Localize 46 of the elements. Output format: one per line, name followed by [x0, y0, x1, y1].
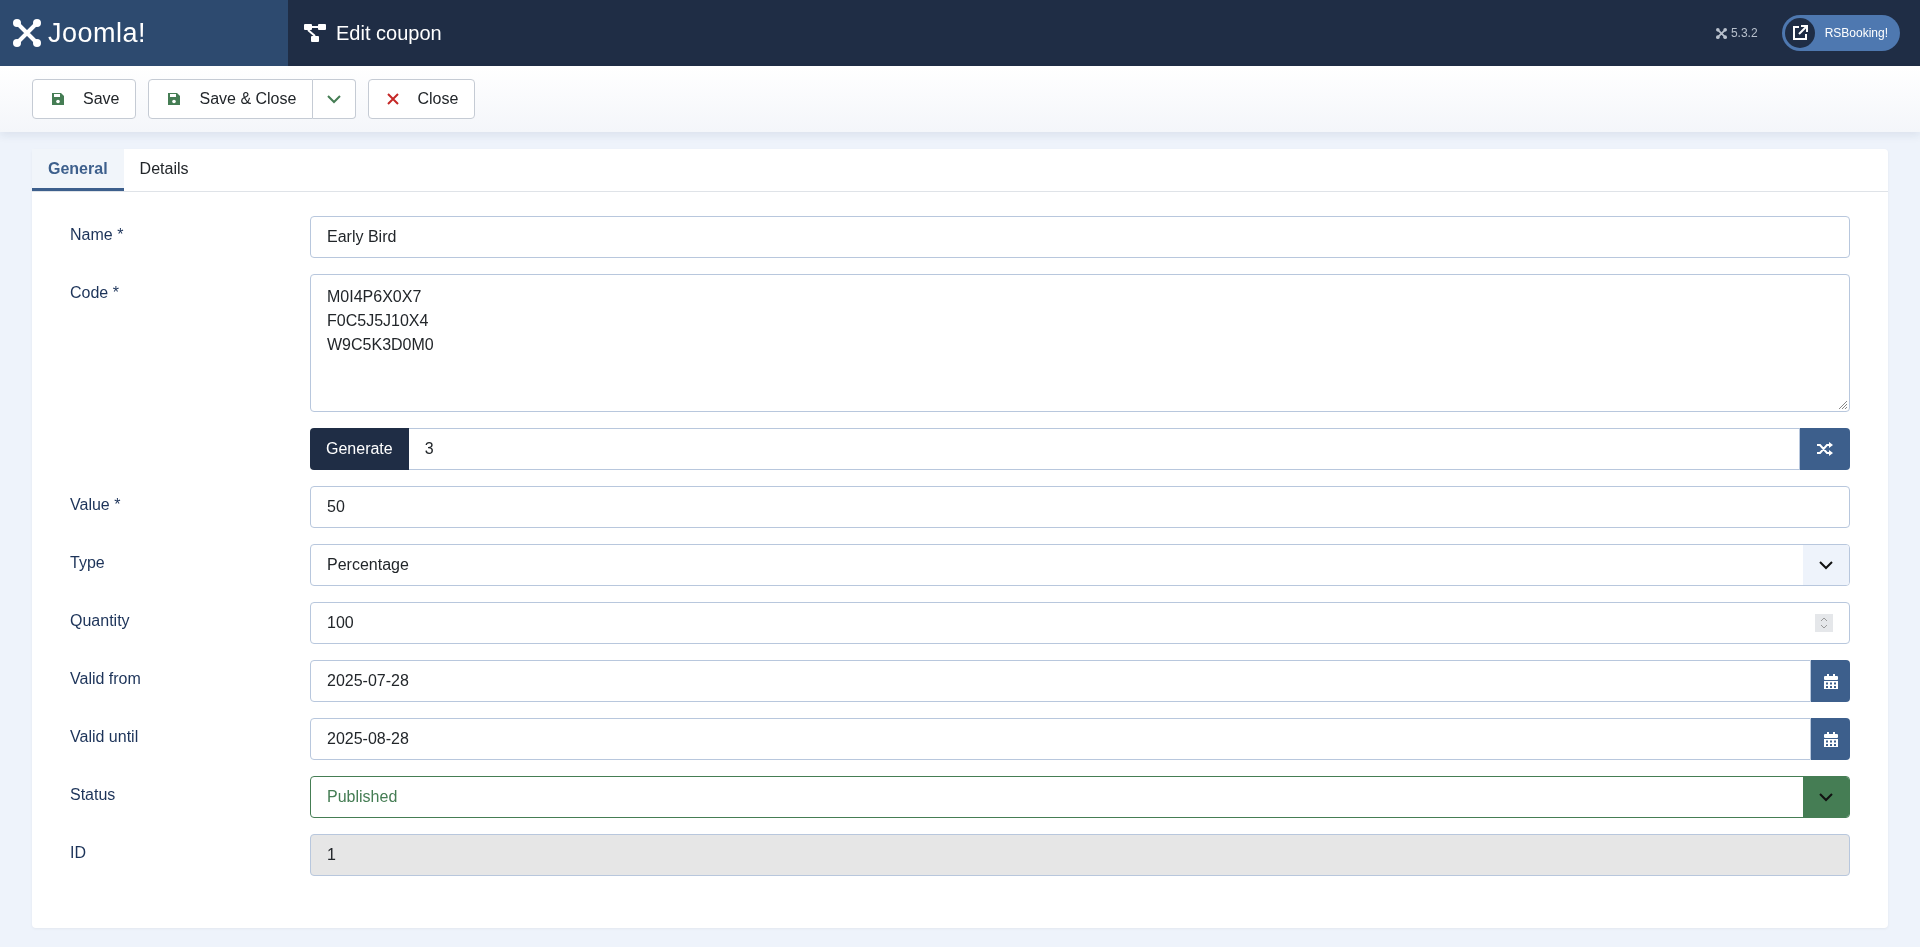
select-field[interactable]: Published: [310, 776, 1850, 818]
count-field[interactable]: 3: [408, 428, 1800, 470]
close-button[interactable]: Close: [368, 79, 476, 119]
field-label: Quantity: [70, 611, 131, 630]
field-label: Valid from: [70, 669, 142, 688]
input-field[interactable]: 50: [310, 486, 1850, 528]
chevron-down-icon: [1819, 560, 1833, 570]
input-field[interactable]: Early Bird: [310, 216, 1850, 258]
calendar-button[interactable]: [1811, 660, 1850, 702]
field-label: Type: [70, 553, 106, 572]
chevron-down-icon: [327, 94, 342, 104]
code-textarea[interactable]: M0I4P6X0X7 F0C5J5J10X4 W9C5K3D0M0: [310, 274, 1850, 412]
calendar-icon: [1823, 731, 1838, 747]
generate-button[interactable]: Generate: [310, 428, 409, 470]
calendar-icon: [1823, 673, 1838, 689]
site-link-button[interactable]: RSBooking!: [1781, 15, 1900, 51]
field-label: Status: [70, 785, 117, 804]
field-label: ID: [70, 843, 87, 862]
version-label: 5.3.2: [1730, 26, 1758, 40]
save-close-button[interactable]: Save & Close: [148, 79, 314, 119]
date-field[interactable]: 2025-08-28: [310, 718, 1811, 760]
readonly-field: 1: [310, 834, 1850, 876]
close-icon: [387, 93, 400, 105]
resize-grip-icon: [1838, 400, 1848, 410]
save-icon: [51, 92, 65, 106]
save-icon: [167, 92, 182, 106]
spinner-icon: [1815, 614, 1833, 632]
logo-icon: [1715, 27, 1727, 39]
number-field[interactable]: 100: [310, 602, 1850, 644]
network-icon: [304, 23, 326, 43]
shuffle-button[interactable]: [1800, 428, 1850, 470]
tab[interactable]: General: [32, 149, 124, 191]
logo-icon: [12, 18, 42, 48]
save-button[interactable]: Save: [32, 79, 137, 119]
chevron-down-icon: [1819, 792, 1833, 802]
field-label: Name *: [70, 225, 125, 244]
logo-text: Joomla!: [48, 17, 147, 49]
field-label: Value *: [70, 495, 122, 514]
select-field[interactable]: Percentage: [310, 544, 1850, 586]
field-label: Valid until: [70, 727, 140, 746]
shuffle-icon: [1817, 442, 1833, 456]
date-field[interactable]: 2025-07-28: [310, 660, 1811, 702]
page-title: Edit coupon: [336, 21, 442, 45]
calendar-button[interactable]: [1811, 718, 1850, 760]
external-link-icon: [1791, 25, 1808, 41]
field-label: Code *: [70, 283, 120, 302]
